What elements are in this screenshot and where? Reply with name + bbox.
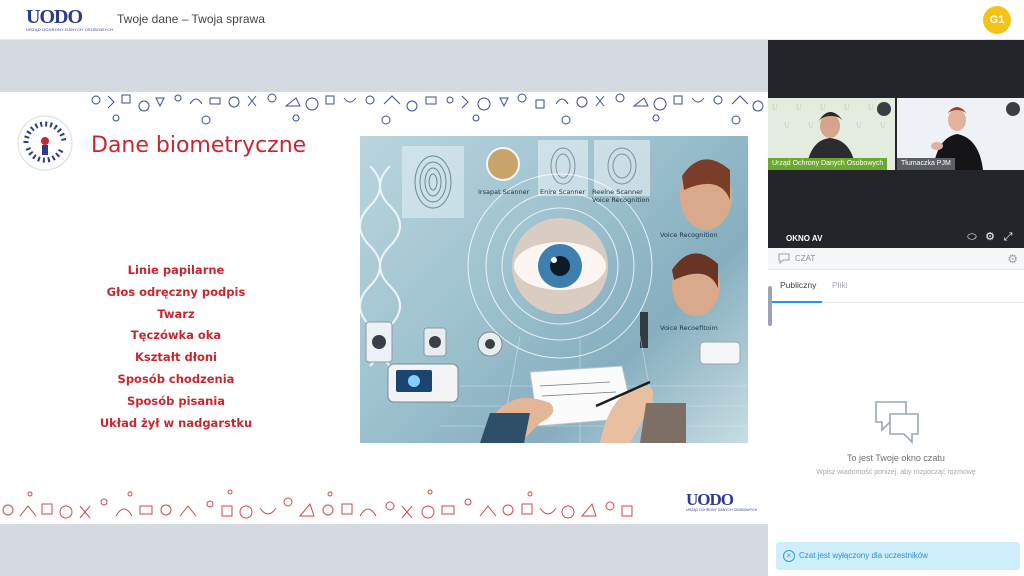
- uodo-logo[interactable]: UODO URZĄD OCHRONY DANYCH OSOBOWYCH: [26, 6, 113, 34]
- video-tile[interactable]: Tłumaczka PJM: [897, 98, 1024, 170]
- av-window: UUUUU UUUU Urząd Ochrony Danych Osobowyc…: [768, 40, 1024, 248]
- list-item: Tęczówka oka: [130, 328, 222, 343]
- chat-header-label: CZAT: [795, 254, 816, 263]
- image-label: Voice Recognition: [592, 196, 650, 204]
- presentation-stage: Dane biometryczne Linie papilarne Głos o…: [0, 40, 768, 576]
- scrollbar-handle[interactable]: [768, 286, 772, 326]
- svg-text:U: U: [820, 103, 826, 112]
- video-label: Urząd Ochrony Danych Osobowych: [768, 158, 888, 170]
- svg-text:U: U: [796, 103, 802, 112]
- svg-text:U: U: [856, 121, 862, 130]
- video-label: Tłumaczka PJM: [897, 158, 955, 170]
- chat-bubble-icon[interactable]: ⬭: [966, 231, 978, 243]
- footer-logo-subtitle: URZĄD OCHRONY DANYCH OSOBOWYCH: [686, 508, 758, 512]
- list-item: Kształt dłoni: [134, 350, 217, 365]
- biometrics-illustration: Irsapat Scanner Enire Scanner Reelne Sca…: [360, 136, 748, 443]
- footer-logo-wordmark: UODO: [686, 490, 734, 509]
- chat-icon: [778, 253, 790, 264]
- slide-title: Dane biometryczne: [91, 133, 307, 158]
- svg-text:U: U: [784, 121, 790, 130]
- list-item: Sposób pisania: [126, 393, 226, 408]
- biometrics-illustration-art: [360, 140, 748, 443]
- close-circle-icon: ×: [783, 550, 795, 562]
- active-tab-indicator: [768, 301, 822, 303]
- chat-settings-icon[interactable]: ⚙: [1007, 252, 1018, 266]
- empty-chat-subtitle: Wpisz wiadomość poniżej, aby rozpocząć r…: [816, 469, 976, 476]
- top-bar: UODO URZĄD OCHRONY DANYCH OSOBOWYCH Twoj…: [0, 0, 1024, 40]
- list-item: Sposób chodzenia: [117, 371, 235, 386]
- biometric-list: Linie papilarne Głos odręczny podpis Twa…: [92, 260, 260, 434]
- list-item: Układ żył w nadgarstku: [99, 415, 253, 430]
- chat-empty-icon: [875, 401, 919, 444]
- image-label: Voice Recoefitoim: [660, 324, 718, 332]
- svg-text:U: U: [868, 103, 874, 112]
- side-panel: UUUUU UUUU Urząd Ochrony Danych Osobowyc…: [768, 40, 1024, 576]
- image-label: Irsapat Scanner: [478, 188, 530, 196]
- decorative-doodles-bottom: [2, 489, 633, 519]
- expand-icon[interactable]: ⤢: [1002, 231, 1014, 243]
- empty-chat-title: To jest Twoje okno czatu: [847, 453, 945, 463]
- svg-text:U: U: [844, 103, 850, 112]
- tab-files[interactable]: Pliki: [832, 280, 848, 290]
- logo-subtitle: URZĄD OCHRONY DANYCH OSOBOWYCH: [26, 27, 114, 32]
- image-label: Voice Recognition: [660, 231, 718, 239]
- presentation-slide: Dane biometryczne Linie papilarne Głos o…: [0, 92, 768, 524]
- notice-text: Czat jest wyłączony dla uczestników: [799, 551, 928, 560]
- list-item: Linie papilarne: [127, 263, 225, 277]
- mic-icon: [877, 102, 891, 116]
- chat-tabs: Publiczny Pliki: [768, 271, 1024, 303]
- av-window-title: OKNO AV: [786, 234, 823, 243]
- svg-text:U: U: [808, 121, 814, 130]
- chat-header: CZAT ⚙: [768, 248, 1024, 270]
- logo-wordmark: UODO: [26, 6, 83, 28]
- image-label: Enire Scanner: [540, 188, 586, 196]
- mic-icon: [1006, 102, 1020, 116]
- tab-public[interactable]: Publiczny: [780, 280, 816, 290]
- image-label: Reelne Scanner: [592, 188, 643, 196]
- video-tile[interactable]: UUUUU UUUU Urząd Ochrony Danych Osobowyc…: [768, 98, 895, 170]
- gear-icon[interactable]: ⚙: [984, 231, 996, 243]
- list-item: Głos odręczny podpis: [106, 284, 246, 299]
- page-title: Twoje dane – Twoja sprawa: [117, 12, 265, 26]
- decorative-doodles-top: [91, 93, 764, 125]
- chat-disabled-notice: × Czat jest wyłączony dla uczestników: [776, 542, 1020, 570]
- campaign-badge-logo: [17, 115, 73, 171]
- av-controls: ⬭ ⚙ ⤢: [966, 231, 1014, 243]
- svg-text:U: U: [880, 121, 886, 130]
- svg-text:U: U: [772, 103, 778, 112]
- list-item: Twarz: [157, 306, 195, 321]
- uodo-footer-logo: UODO URZĄD OCHRONY DANYCH OSOBOWYCH: [686, 490, 758, 514]
- user-avatar[interactable]: G1: [983, 6, 1011, 34]
